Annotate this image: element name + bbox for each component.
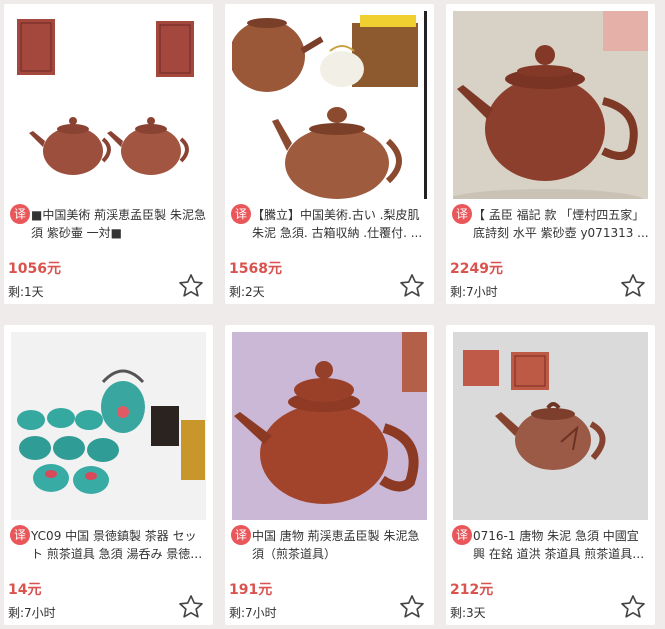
- product-title[interactable]: 【騰立】中国美術.古い .梨皮肌 朱泥 急須. 古箱収納 .仕覆付. ...: [252, 206, 429, 242]
- time-remaining: 剩:7小时: [8, 606, 56, 620]
- product-title[interactable]: 中国 唐物 荊渓恵孟臣製 朱泥急須（煎茶道具）: [252, 527, 429, 563]
- product-image[interactable]: [232, 332, 427, 520]
- product-price: 1056元: [8, 261, 61, 277]
- time-remaining: 剩:3天: [450, 606, 486, 620]
- product-card[interactable]: 译 【 孟臣 福記 款 「煙村四五家」 底詩刻 水平 紫砂壺 y071313 .…: [446, 4, 655, 304]
- product-grid: 译 ■中国美術 荊渓恵孟臣製 朱泥急須 紫砂壷 一対■ 1056元 剩:1天 译…: [0, 0, 665, 629]
- product-title[interactable]: ■中国美術 荊渓恵孟臣製 朱泥急須 紫砂壷 一対■: [31, 206, 208, 242]
- star-outline-icon[interactable]: [398, 272, 426, 300]
- time-remaining: 剩:7小时: [450, 285, 498, 299]
- product-title[interactable]: 0716-1 唐物 朱泥 急須 中國宜興 在銘 道洪 茶道具 煎茶道具 中...: [473, 527, 650, 563]
- product-image[interactable]: [232, 11, 427, 199]
- product-price: 14元: [8, 582, 42, 598]
- product-price: 2249元: [450, 261, 503, 277]
- time-remaining: 剩:2天: [229, 285, 265, 299]
- product-image[interactable]: [453, 11, 648, 199]
- translate-badge[interactable]: 译: [10, 204, 30, 224]
- translate-badge[interactable]: 译: [231, 525, 251, 545]
- time-remaining: 剩:7小时: [229, 606, 277, 620]
- product-card[interactable]: 译 【騰立】中国美術.古い .梨皮肌 朱泥 急須. 古箱収納 .仕覆付. ...…: [225, 4, 434, 304]
- product-card[interactable]: 译 ■中国美術 荊渓恵孟臣製 朱泥急須 紫砂壷 一対■ 1056元 剩:1天: [4, 4, 213, 304]
- product-title[interactable]: YC09 中国 景徳鎮製 茶器 セット 煎茶道具 急須 湯呑み 景徳鎮 ...: [31, 527, 208, 563]
- product-image[interactable]: [453, 332, 648, 520]
- star-outline-icon[interactable]: [619, 272, 647, 300]
- product-title[interactable]: 【 孟臣 福記 款 「煙村四五家」 底詩刻 水平 紫砂壺 y071313 ...: [473, 206, 650, 242]
- product-card[interactable]: 译 0716-1 唐物 朱泥 急須 中國宜興 在銘 道洪 茶道具 煎茶道具 中.…: [446, 325, 655, 625]
- translate-badge[interactable]: 译: [231, 204, 251, 224]
- product-card[interactable]: 译 YC09 中国 景徳鎮製 茶器 セット 煎茶道具 急須 湯呑み 景徳鎮 ..…: [4, 325, 213, 625]
- translate-badge[interactable]: 译: [10, 525, 30, 545]
- time-remaining: 剩:1天: [8, 285, 44, 299]
- product-price: 212元: [450, 582, 494, 598]
- star-outline-icon[interactable]: [177, 272, 205, 300]
- product-image[interactable]: [11, 332, 206, 520]
- product-price: 1568元: [229, 261, 282, 277]
- product-image[interactable]: [11, 11, 206, 199]
- star-outline-icon[interactable]: [619, 593, 647, 621]
- product-price: 191元: [229, 582, 273, 598]
- star-outline-icon[interactable]: [398, 593, 426, 621]
- translate-badge[interactable]: 译: [452, 525, 472, 545]
- product-card[interactable]: 译 中国 唐物 荊渓恵孟臣製 朱泥急須（煎茶道具） 191元 剩:7小时: [225, 325, 434, 625]
- star-outline-icon[interactable]: [177, 593, 205, 621]
- translate-badge[interactable]: 译: [452, 204, 472, 224]
